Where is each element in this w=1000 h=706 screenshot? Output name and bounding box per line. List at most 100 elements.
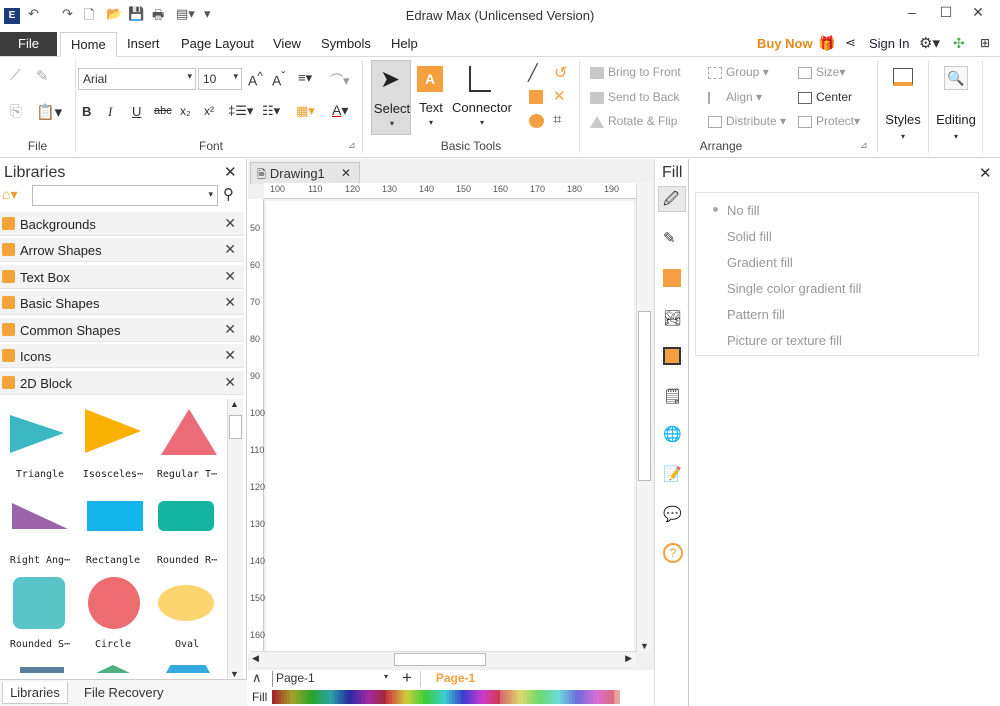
scroll-left-icon[interactable]: ◀ [252, 653, 259, 664]
tab-view[interactable]: View [273, 32, 301, 57]
crop-tool-icon[interactable]: ⌗ [553, 111, 561, 128]
italic-button[interactable]: I [108, 104, 112, 120]
fill-option-no-fill[interactable]: No fill [713, 203, 760, 218]
shape-triangle[interactable]: Triangle [3, 407, 73, 480]
color-palette[interactable] [272, 690, 620, 704]
cross-tool-icon[interactable]: ✕ [553, 87, 566, 105]
close-icon[interactable]: ✕ [224, 374, 236, 391]
scroll-down-icon[interactable]: ▼ [640, 641, 649, 651]
fill-option-solid-fill[interactable]: Solid fill [727, 229, 772, 244]
tab-libraries[interactable]: Libraries [2, 682, 68, 704]
document-tab[interactable]: 🗎 Drawing1 ✕ [250, 162, 360, 184]
align-button[interactable]: Align ▾ [708, 90, 762, 104]
library-item-arrow-shapes[interactable]: Arrow Shapes ✕ [0, 237, 244, 262]
editing-button[interactable]: 🔍 Editing ▾ [932, 60, 980, 150]
shape-circle[interactable]: Circle [76, 577, 146, 650]
search-icon[interactable]: ⚲ [223, 185, 234, 203]
shape-regular-triangle[interactable]: Regular T⋯ [150, 407, 220, 480]
font-name-select[interactable]: Arial ▾ [78, 68, 196, 90]
help-icon[interactable]: ? [663, 543, 683, 563]
bullets-icon[interactable]: ☷▾ [262, 103, 280, 119]
shape-right-angle-triangle[interactable]: Right Ang⋯ [3, 493, 73, 566]
copy-icon[interactable]: ⎘ [10, 103, 22, 120]
drawing-page[interactable] [266, 201, 634, 653]
line-spacing-icon[interactable]: ‡☰▾ [228, 103, 253, 119]
brush-icon[interactable]: ✎ [36, 67, 49, 85]
bold-button[interactable]: B [82, 104, 91, 119]
highlight-icon[interactable]: ▦▾ [296, 103, 315, 119]
tab-home[interactable]: Home [60, 32, 117, 57]
send-to-back-button[interactable]: Send to Back [590, 90, 679, 104]
buy-now-link[interactable]: Buy Now [757, 36, 813, 51]
strikethrough-button[interactable]: abc [154, 105, 172, 117]
line-tool-icon[interactable]: ╱ [528, 63, 538, 83]
layers-icon[interactable] [663, 347, 681, 365]
tab-page-layout[interactable]: Page Layout [181, 32, 254, 57]
fill-option-gradient-fill[interactable]: Gradient fill [727, 255, 793, 270]
tab-file-recovery[interactable]: File Recovery [84, 685, 163, 700]
fill-option-single-color-gradient[interactable]: Single color gradient fill [727, 281, 861, 296]
add-page-icon[interactable]: + [402, 668, 412, 688]
subscript-button[interactable]: x₂ [180, 104, 191, 118]
tab-insert[interactable]: Insert [127, 32, 160, 57]
arrange-dialog-launcher-icon[interactable]: ⊿ [860, 140, 868, 151]
distribute-button[interactable]: Distribute ▾ [708, 114, 786, 128]
fill-option-pattern-fill[interactable]: Pattern fill [727, 307, 785, 322]
horizontal-scrollbar[interactable]: ◀ ▶ [250, 651, 636, 667]
close-icon[interactable]: ✕ [224, 241, 236, 258]
group-button[interactable]: Group ▾ [708, 65, 769, 79]
center-button[interactable]: Center [798, 90, 852, 104]
image-icon[interactable]: 🏞 [663, 309, 683, 329]
library-search-input[interactable]: ▾ [32, 185, 218, 206]
increase-font-icon[interactable]: A^ [248, 70, 263, 89]
close-button[interactable]: ✕ [963, 4, 993, 21]
close-tab-icon[interactable]: ✕ [341, 163, 351, 184]
notes-icon[interactable]: 📝 [663, 465, 683, 485]
chevron-up-icon[interactable]: ∧ [252, 670, 262, 686]
scroll-right-icon[interactable]: ▶ [625, 653, 632, 664]
library-item-text-box[interactable]: Text Box ✕ [0, 264, 244, 289]
page-properties-icon[interactable]: 🗒 [663, 387, 683, 407]
text-tool-button[interactable]: A Text ▾ [414, 60, 448, 135]
styles-button[interactable]: Styles ▾ [880, 60, 926, 150]
shape-oval[interactable]: Oval [150, 577, 220, 650]
decrease-font-icon[interactable]: Aˇ [272, 70, 285, 89]
paste-icon[interactable]: 📋▾ [36, 103, 62, 121]
format-painter-icon[interactable]: ⟋ [10, 67, 21, 84]
page-tab-1[interactable]: Page-1 [420, 671, 490, 687]
bring-to-front-button[interactable]: Bring to Front [590, 65, 681, 79]
close-icon[interactable]: ✕ [224, 268, 236, 285]
globe-icon[interactable]: 🌐 [663, 425, 683, 445]
shadow-icon[interactable] [663, 269, 681, 287]
shape-rectangle[interactable]: Rectangle [76, 493, 146, 566]
gift-icon[interactable]: 🎁 [818, 35, 835, 52]
select-tool-button[interactable]: ➤ Select ▾ [371, 60, 411, 135]
library-item-icons[interactable]: Icons ✕ [0, 343, 244, 368]
home-icon[interactable]: ⌂▾ [2, 186, 17, 203]
palette-swatch[interactable] [617, 690, 620, 704]
underline-button[interactable]: U [132, 104, 141, 119]
close-libraries-icon[interactable]: ✕ [224, 163, 237, 181]
size-button[interactable]: Size▾ [798, 65, 845, 79]
library-item-backgrounds[interactable]: Backgrounds ✕ [0, 211, 244, 236]
libraries-scrollbar[interactable]: ▲ ▼ [227, 399, 243, 679]
maximize-button[interactable]: ☐ [931, 4, 961, 21]
font-size-select[interactable]: 10 ▾ [198, 68, 242, 90]
font-dialog-launcher-icon[interactable]: ⊿ [348, 140, 356, 151]
ribbon-collapse-icon[interactable]: ⊞ [980, 36, 990, 50]
vertical-scrollbar[interactable]: ▼ [636, 183, 652, 653]
share-icon[interactable]: ⋖ [845, 35, 856, 51]
line-pen-icon[interactable]: ✎ [663, 229, 683, 249]
scroll-thumb[interactable] [638, 311, 651, 481]
close-icon[interactable]: ✕ [224, 321, 236, 338]
font-color-icon[interactable]: A▾ [332, 102, 348, 119]
close-fill-panel-icon[interactable]: ✕ [979, 164, 992, 182]
fill-option-picture-texture[interactable]: Picture or texture fill [727, 333, 842, 348]
library-item-basic-shapes[interactable]: Basic Shapes ✕ [0, 290, 244, 315]
close-icon[interactable]: ✕ [224, 294, 236, 311]
minimize-button[interactable]: – [897, 4, 927, 20]
shape-rounded-square[interactable]: Rounded S⋯ [3, 577, 73, 650]
settings-icon[interactable]: ⚙▾ [919, 34, 940, 52]
apps-icon[interactable]: ✣ [953, 35, 965, 52]
protect-button[interactable]: Protect▾ [798, 114, 860, 128]
